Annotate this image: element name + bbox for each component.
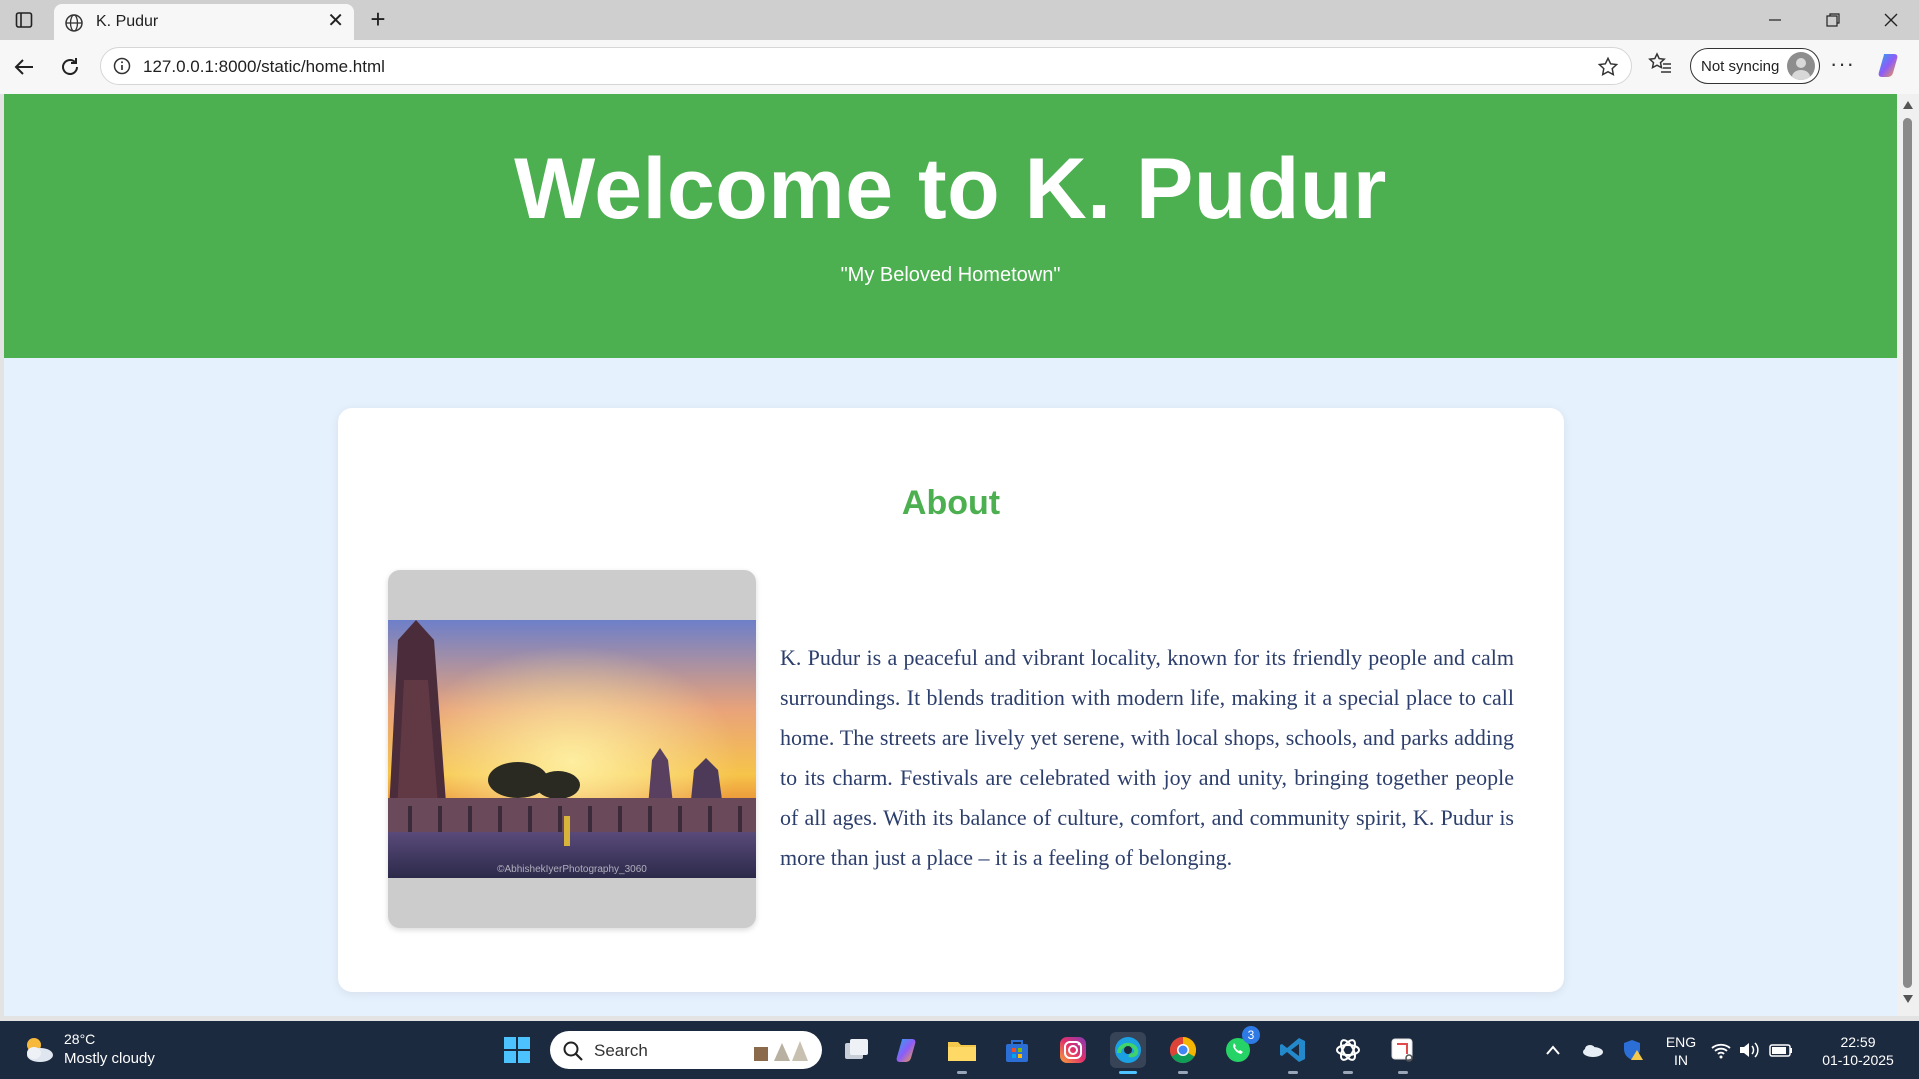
scrollbar-thumb[interactable] xyxy=(1903,118,1912,988)
minimize-icon[interactable] xyxy=(1747,0,1803,40)
clock[interactable]: 22:59 01-10-2025 xyxy=(1810,1033,1906,1069)
show-hidden-icons-chevron-icon[interactable] xyxy=(1535,1032,1571,1068)
close-window-icon[interactable] xyxy=(1863,0,1919,40)
hero-banner: Welcome to K. Pudur "My Beloved Hometown… xyxy=(4,94,1897,358)
scroll-down-icon[interactable] xyxy=(1902,994,1914,1004)
windows-taskbar: 28°C Mostly cloudy Search 3 ENG IN 22:59… xyxy=(0,1021,1919,1079)
clock-date: 01-10-2025 xyxy=(1822,1052,1894,1068)
start-windows-icon[interactable] xyxy=(499,1032,535,1068)
chrome-icon[interactable] xyxy=(1165,1032,1201,1074)
new-tab-icon[interactable]: + xyxy=(364,6,392,34)
search-placeholder: Search xyxy=(594,1041,648,1060)
security-warning-icon[interactable] xyxy=(1615,1032,1651,1068)
tab-title: K. Pudur xyxy=(96,13,159,30)
copilot-taskbar-icon[interactable] xyxy=(890,1032,926,1068)
region-code: IN xyxy=(1674,1052,1688,1068)
globe-icon xyxy=(64,13,84,38)
task-view-icon[interactable] xyxy=(838,1032,874,1068)
url-text[interactable]: 127.0.0.1:8000/static/home.html xyxy=(143,57,385,77)
sync-label: Not syncing xyxy=(1701,58,1780,75)
more-options-icon[interactable]: ··· xyxy=(1830,51,1855,77)
chatgpt-icon[interactable] xyxy=(1330,1032,1366,1074)
system-status-icons[interactable] xyxy=(1710,1032,1798,1068)
copilot-icon[interactable] xyxy=(1876,51,1904,84)
taskbar-search[interactable]: Search xyxy=(550,1031,822,1069)
cloudy-weather-icon xyxy=(27,1038,53,1062)
volume-icon xyxy=(1740,1042,1759,1058)
language-indicator[interactable]: ENG IN xyxy=(1658,1033,1704,1069)
onedrive-cloud-icon[interactable] xyxy=(1575,1032,1611,1068)
weather-widget[interactable]: 28°C Mostly cloudy xyxy=(20,1031,155,1072)
wifi-icon xyxy=(1711,1043,1731,1059)
about-paragraph: K. Pudur is a peaceful and vibrant local… xyxy=(780,645,1514,870)
address-bar[interactable]: 127.0.0.1:8000/static/home.html xyxy=(100,47,1632,85)
favorites-icon[interactable] xyxy=(1648,51,1672,80)
weather-description: Mostly cloudy xyxy=(64,1050,155,1067)
search-icon xyxy=(562,1040,584,1067)
microsoft-store-icon[interactable] xyxy=(999,1032,1035,1068)
file-explorer-icon[interactable] xyxy=(944,1032,980,1074)
language-code: ENG xyxy=(1665,1034,1697,1050)
avatar xyxy=(1787,52,1815,80)
snipping-tool-icon[interactable] xyxy=(1385,1032,1421,1074)
back-icon[interactable] xyxy=(8,51,40,83)
about-card: About ©AbhishekIyerPhotography_3060 K. P… xyxy=(338,408,1564,992)
photo-watermark: ©AbhishekIyerPhotography_3060 xyxy=(497,864,647,875)
tab-strip: K. Pudur ✕ + xyxy=(0,0,1919,40)
scroll-up-icon[interactable] xyxy=(1902,100,1914,110)
instagram-icon[interactable] xyxy=(1055,1032,1091,1068)
weather-temperature: 28°C xyxy=(64,1031,96,1047)
clock-time: 22:59 xyxy=(1840,1034,1876,1050)
hero-title: Welcome to K. Pudur xyxy=(514,141,1387,237)
close-tab-icon[interactable]: ✕ xyxy=(327,11,344,31)
browser-toolbar: 127.0.0.1:8000/static/home.html Not sync… xyxy=(0,40,1919,94)
favorite-star-icon[interactable] xyxy=(1597,56,1619,83)
page-scrollbar[interactable] xyxy=(1897,94,1919,1016)
vscode-icon[interactable] xyxy=(1275,1032,1311,1074)
edge-browser-icon[interactable] xyxy=(1110,1032,1146,1074)
about-heading: About xyxy=(901,484,1001,522)
restore-icon[interactable] xyxy=(1805,0,1861,40)
hero-tagline: "My Beloved Hometown" xyxy=(840,264,1061,286)
tab-actions-icon[interactable] xyxy=(8,6,40,34)
search-highlight-icon xyxy=(754,1041,808,1061)
page-viewport: Welcome to K. Pudur "My Beloved Hometown… xyxy=(4,94,1897,1016)
temple-photo: ©AbhishekIyerPhotography_3060 xyxy=(388,570,756,928)
notification-badge: 3 xyxy=(1242,1026,1260,1044)
profile-sync-button[interactable]: Not syncing xyxy=(1690,48,1820,84)
battery-icon xyxy=(1769,1044,1792,1057)
site-info-icon[interactable] xyxy=(113,57,131,80)
browser-tab[interactable]: K. Pudur ✕ xyxy=(54,4,354,40)
whatsapp-icon[interactable]: 3 xyxy=(1220,1026,1260,1068)
reload-icon[interactable] xyxy=(54,51,86,83)
